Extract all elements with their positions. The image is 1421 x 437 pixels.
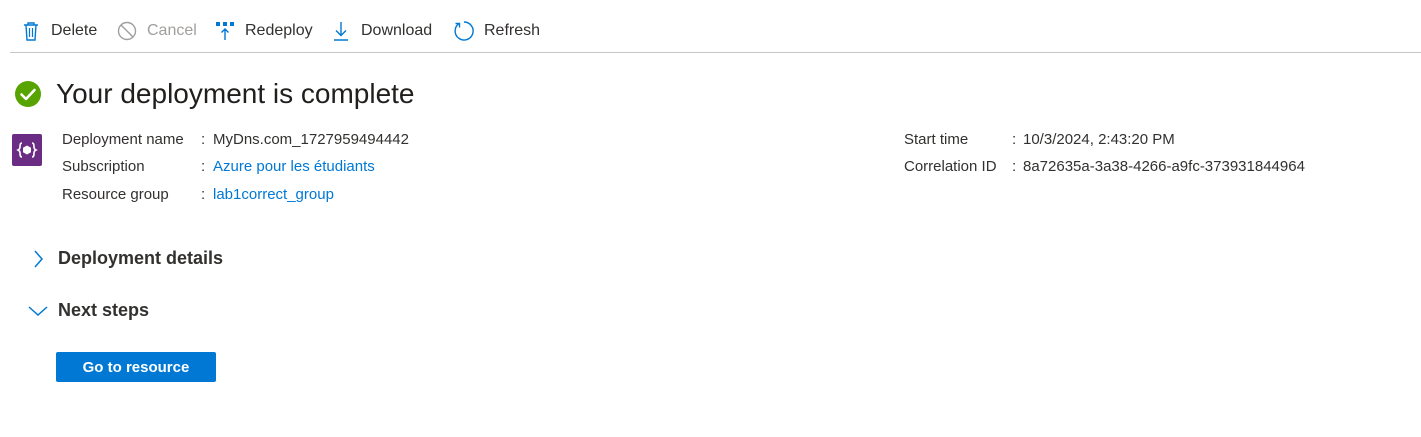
separator: : <box>201 186 206 203</box>
delete-button[interactable]: Delete <box>20 16 97 46</box>
resource-group-label: Resource group <box>62 186 169 203</box>
cancel-icon <box>116 19 138 43</box>
status-header: Your deployment is complete <box>14 78 415 110</box>
correlation-id-label: Correlation ID <box>904 158 997 175</box>
toolbar-divider <box>10 52 1421 53</box>
page-title: Your deployment is complete <box>56 78 415 109</box>
download-button[interactable]: Download <box>330 16 432 46</box>
go-to-resource-button[interactable]: Go to resource <box>56 352 216 382</box>
deployment-details-label: Deployment details <box>58 248 224 268</box>
deployment-name-row: Deployment name: MyDns.com_1727959494442 <box>62 131 409 148</box>
separator: : <box>201 131 206 148</box>
start-time-value: 10/3/2024, 2:43:20 PM <box>1023 131 1175 148</box>
trash-icon <box>20 19 42 43</box>
deployment-name-label: Deployment name <box>62 131 184 148</box>
delete-label: Delete <box>51 22 98 39</box>
download-icon <box>330 19 352 43</box>
refresh-button[interactable]: Refresh <box>453 16 540 46</box>
chevron-right-icon <box>28 249 48 269</box>
download-label: Download <box>361 22 433 39</box>
refresh-icon <box>453 19 475 43</box>
redeploy-button[interactable]: Redeploy <box>214 16 313 46</box>
separator: : <box>1012 158 1017 175</box>
chevron-down-icon <box>28 301 48 321</box>
cancel-label: Cancel <box>147 22 197 39</box>
start-time-row: Start time:10/3/2024, 2:43:20 PM <box>904 131 1175 148</box>
start-time-label: Start time <box>904 131 969 148</box>
subscription-label: Subscription <box>62 158 145 175</box>
resource-group-row: Resource group: lab1correct_group <box>62 186 334 203</box>
next-steps-label: Next steps <box>58 300 150 320</box>
deployment-resource-icon <box>12 134 42 166</box>
success-check-icon <box>14 80 42 108</box>
subscription-link[interactable]: Azure pour les étudiants <box>213 158 375 175</box>
separator: : <box>201 158 206 175</box>
deployment-name-value: MyDns.com_1727959494442 <box>213 131 409 148</box>
resource-group-link[interactable]: lab1correct_group <box>213 186 334 203</box>
deployment-details-toggle[interactable]: Deployment details <box>28 248 223 269</box>
refresh-label: Refresh <box>484 22 541 39</box>
redeploy-label: Redeploy <box>245 22 313 39</box>
subscription-row: Subscription: Azure pour les étudiants <box>62 158 375 175</box>
next-steps-toggle[interactable]: Next steps <box>28 300 149 321</box>
separator: : <box>1012 131 1017 148</box>
correlation-id-value: 8a72635a-3a38-4266-a9fc-373931844964 <box>1023 158 1305 175</box>
command-bar: Delete Cancel Redeploy Download Refresh <box>0 0 1421 54</box>
correlation-id-row: Correlation ID:8a72635a-3a38-4266-a9fc-3… <box>904 158 1305 175</box>
cancel-button[interactable]: Cancel <box>116 16 197 46</box>
redeploy-icon <box>214 19 236 43</box>
